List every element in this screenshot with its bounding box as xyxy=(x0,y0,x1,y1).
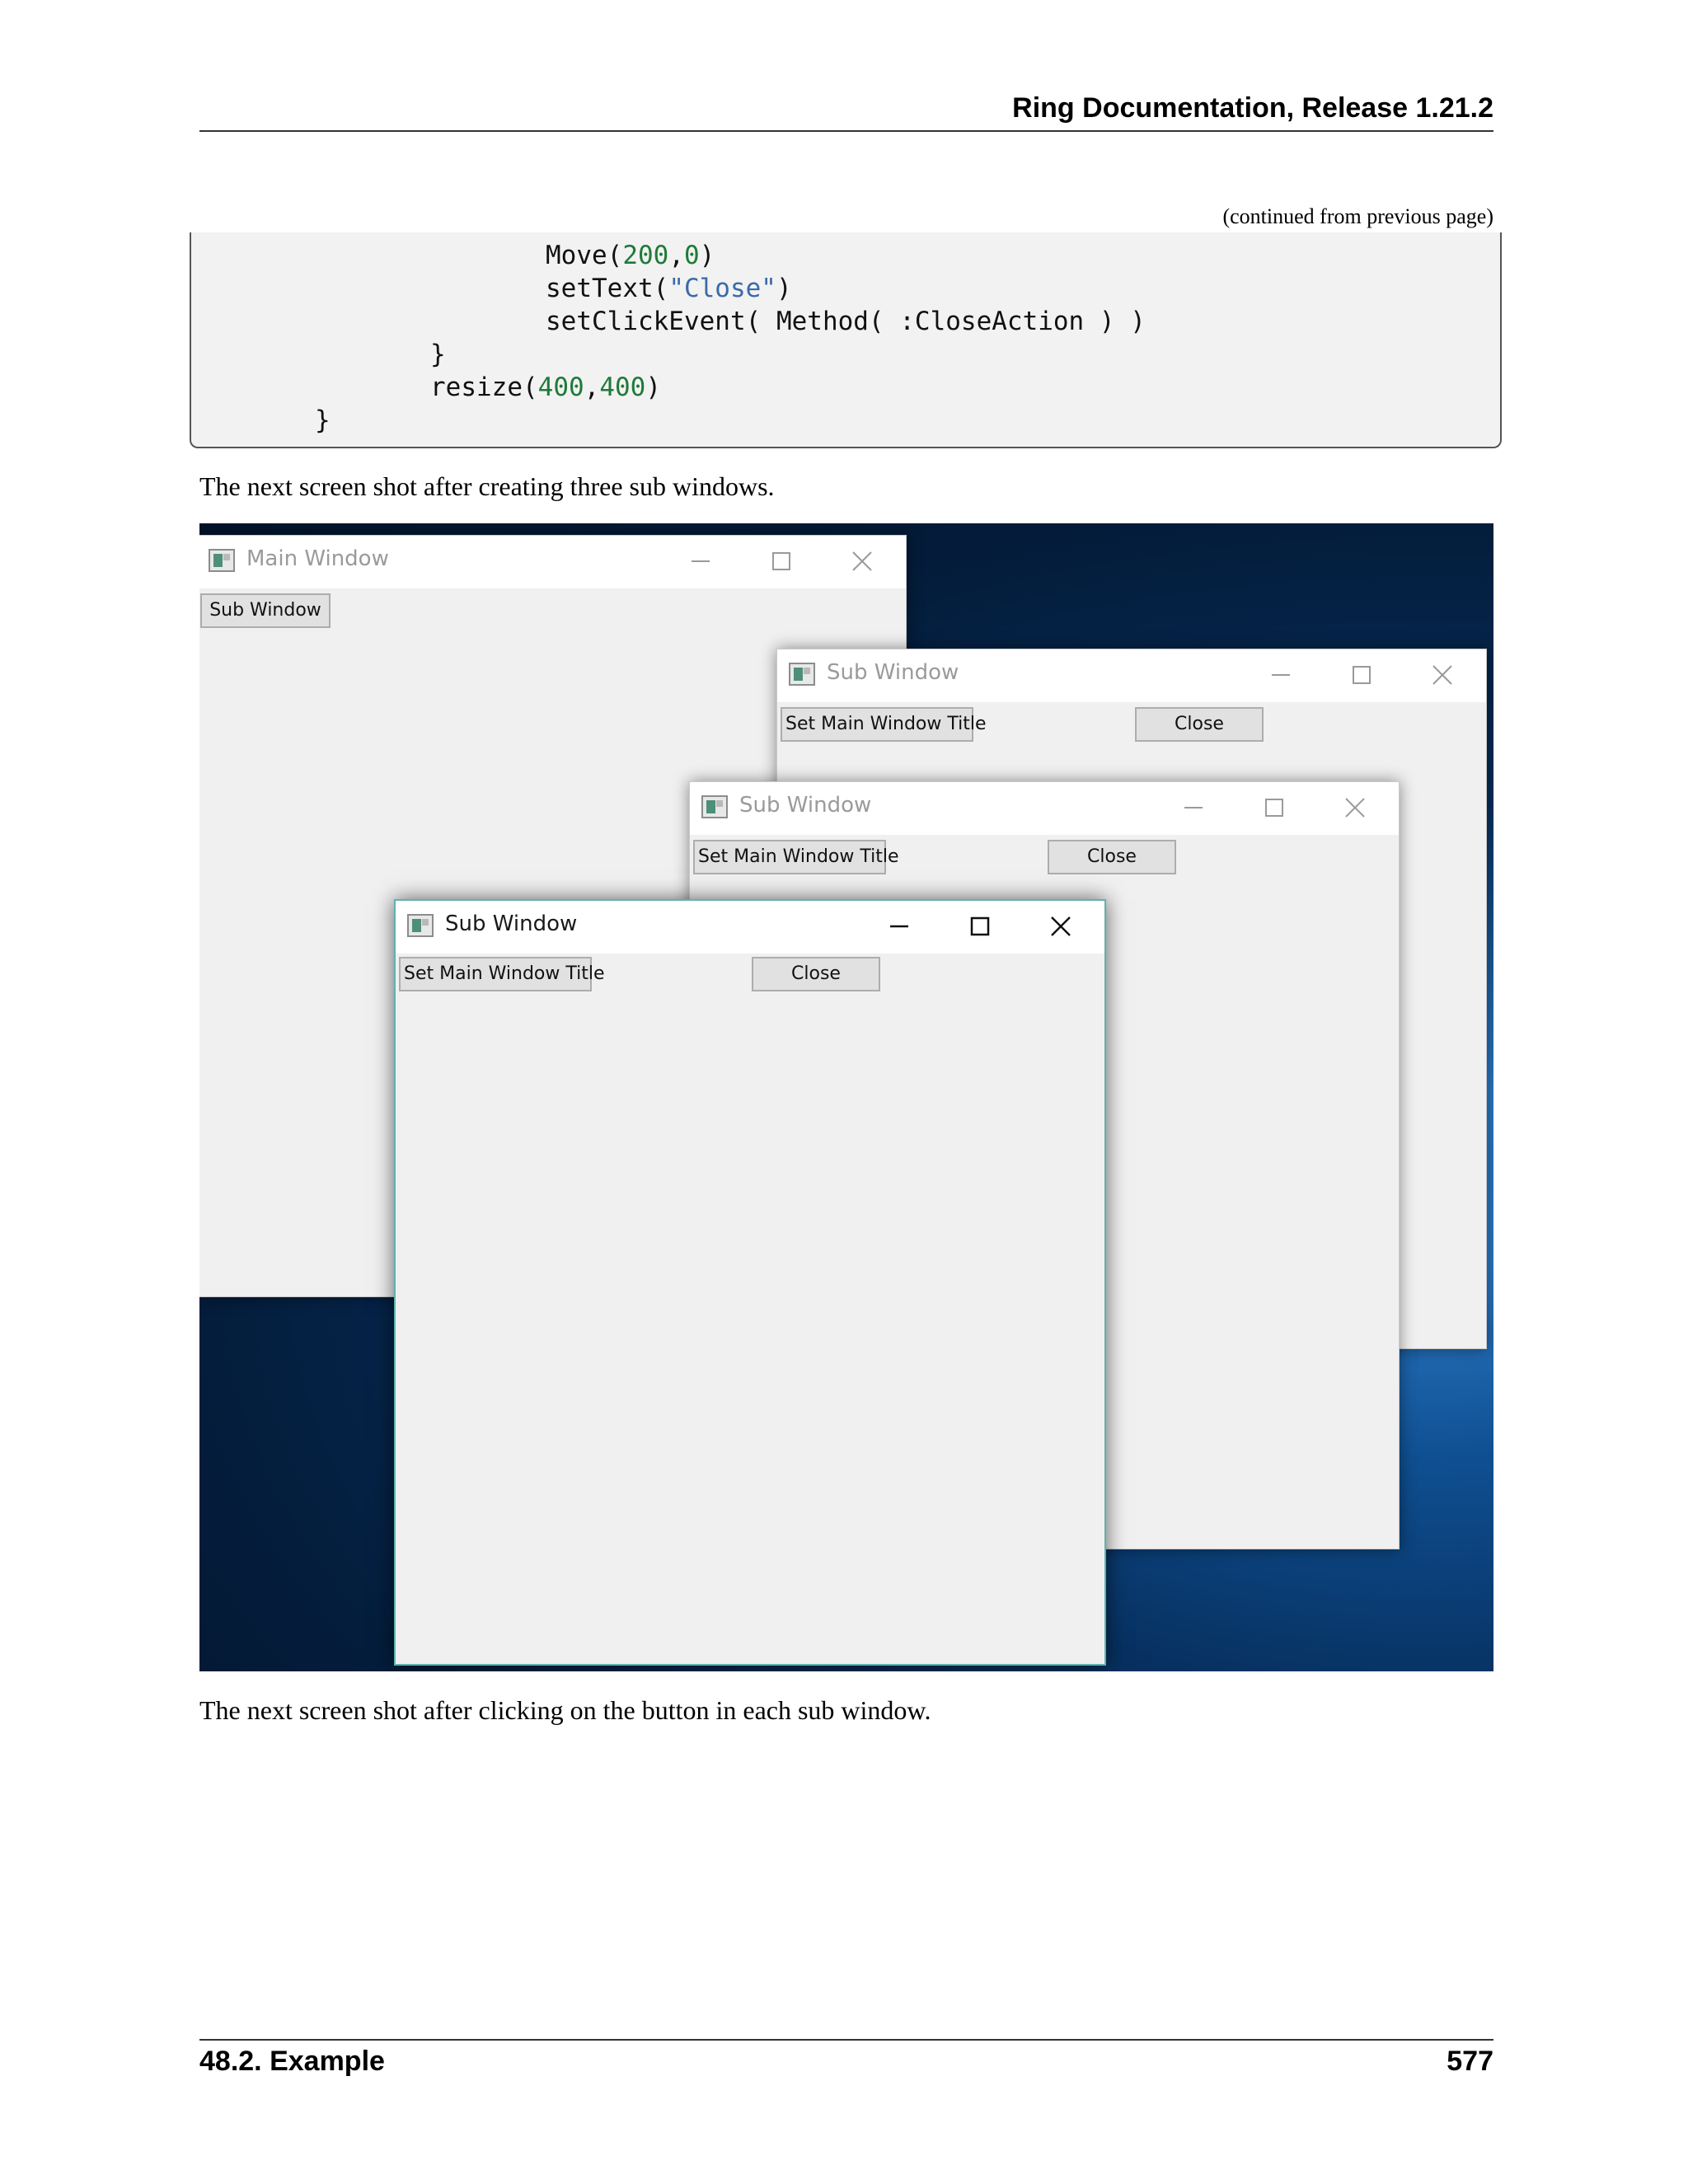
set-main-window-title-button[interactable]: Set Main Window Title xyxy=(693,840,899,874)
app-icon xyxy=(789,663,815,686)
app-icon xyxy=(701,795,728,818)
set-main-window-title-button[interactable]: Set Main Window Title xyxy=(781,707,987,742)
close-button[interactable]: Close xyxy=(752,957,880,991)
page-number: 577 xyxy=(1447,2046,1493,2077)
sub-window-button[interactable]: Sub Window xyxy=(200,593,331,628)
minimize-icon[interactable] xyxy=(1267,661,1295,689)
footer-section: 48.2. Example xyxy=(199,2046,385,2077)
maximize-icon[interactable] xyxy=(1348,661,1376,689)
close-icon[interactable] xyxy=(1047,912,1075,940)
app-icon xyxy=(209,549,235,572)
sub-window-titlebar[interactable]: Sub Window xyxy=(777,649,1486,702)
close-icon[interactable] xyxy=(1428,661,1456,689)
close-button[interactable]: Close xyxy=(1135,707,1264,742)
close-button[interactable]: Close xyxy=(1048,840,1176,874)
close-icon[interactable] xyxy=(1341,794,1369,822)
minimize-icon[interactable] xyxy=(885,912,913,940)
paragraph-2: The next screen shot after clicking on t… xyxy=(199,1695,931,1725)
desktop-screenshot: Main Window Sub Window Sub Window Set Ma… xyxy=(199,523,1493,1671)
maximize-icon[interactable] xyxy=(1260,794,1288,822)
paragraph-1: The next screen shot after creating thre… xyxy=(199,471,775,501)
code-line-1: Move(200,0) xyxy=(546,241,715,270)
footer-rule xyxy=(199,2039,1493,2041)
sub-window-titlebar[interactable]: Sub Window xyxy=(690,782,1399,835)
page-header-title: Ring Documentation, Release 1.21.2 xyxy=(1012,92,1493,124)
continued-note: (continued from previous page) xyxy=(1222,204,1493,228)
window-title: Sub Window xyxy=(827,660,959,685)
maximize-icon[interactable] xyxy=(767,547,795,575)
sub-window-titlebar[interactable]: Sub Window xyxy=(396,901,1104,954)
window-title: Sub Window xyxy=(445,912,578,936)
sub-window-3: Sub Window Set Main Window Title Close xyxy=(394,899,1106,1666)
window-title: Sub Window xyxy=(739,793,872,818)
main-window-titlebar[interactable]: Main Window xyxy=(199,536,906,588)
window-title: Main Window xyxy=(246,546,389,571)
code-line-5: resize(400,400) xyxy=(430,373,661,402)
header-rule xyxy=(199,130,1493,132)
code-line-3: setClickEvent( Method( :CloseAction ) ) xyxy=(546,307,1146,336)
code-line-2: setText("Close") xyxy=(546,274,792,303)
minimize-icon[interactable] xyxy=(687,547,715,575)
set-main-window-title-button[interactable]: Set Main Window Title xyxy=(399,957,605,991)
close-icon[interactable] xyxy=(848,547,876,575)
maximize-icon[interactable] xyxy=(966,912,994,940)
code-line-4: } xyxy=(430,340,446,369)
app-icon xyxy=(407,914,434,937)
code-line-6: } xyxy=(315,405,331,435)
minimize-icon[interactable] xyxy=(1179,794,1207,822)
code-block: Move(200,0) setText("Close") setClickEve… xyxy=(190,232,1502,448)
